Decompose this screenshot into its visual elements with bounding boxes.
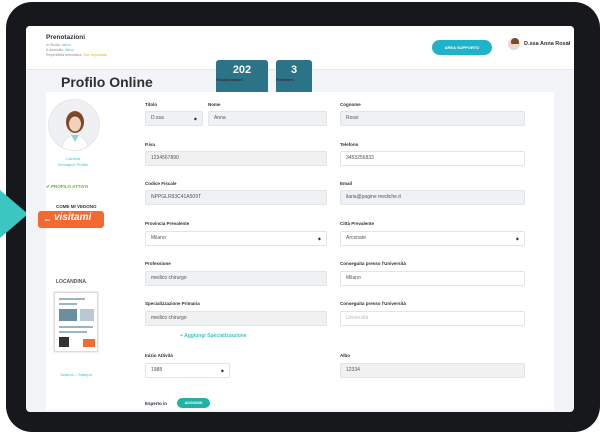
visitami-prefix: su <box>45 217 50 222</box>
professione-label: Professione <box>145 261 171 266</box>
albo-field[interactable]: 12334 <box>340 363 525 378</box>
select-caret-icon: ◆ <box>193 116 197 121</box>
cognome-label: Cognome <box>340 102 361 107</box>
citta-select[interactable]: Arconate ◆ <box>340 231 525 246</box>
albo-label: Albo <box>340 353 350 358</box>
page-title: Profilo Online <box>61 74 153 90</box>
meta-reperibilita: Reperibilità telematica: Non Impostata <box>46 53 107 57</box>
email-field[interactable]: ilaria@pagine mediche.it <box>340 190 525 205</box>
telefono-label: Telefono <box>340 142 359 147</box>
piva-field[interactable]: 1234567890 <box>145 151 327 166</box>
locandina-logo <box>83 339 95 347</box>
titolo-label: Titolo <box>145 102 158 107</box>
professione-field[interactable]: medico chirurgo <box>145 271 327 286</box>
pointer-arrow-icon <box>0 190 28 238</box>
add-specialization-link[interactable]: + Aggiungi Specializzazione <box>180 333 247 339</box>
locandina-text-line <box>59 298 85 300</box>
locandina-image <box>59 309 77 321</box>
visitami-button[interactable]: su visitami <box>38 211 104 228</box>
cognome-field[interactable]: Rossi <box>340 111 525 126</box>
locandina-text-line <box>59 326 93 328</box>
email-label: Email <box>340 181 353 186</box>
specializzazione-label: Specializzazione Primaria <box>145 301 200 306</box>
come-mi-vedono-label: COME MI VEDONO <box>56 204 97 209</box>
user-avatar[interactable] <box>508 38 520 50</box>
meta-in-studio: In Studio: Attivo <box>46 43 71 47</box>
titolo-select[interactable]: D.ssa ◆ <box>145 111 203 126</box>
support-button[interactable]: AREA SUPPORTO <box>432 40 492 55</box>
views-stat: 202 Visualizzazioni <box>216 60 268 94</box>
locandina-text-line <box>59 303 77 305</box>
locandina-title: LOCANDINA <box>56 279 86 285</box>
change-image-link[interactable]: Cambia Immagine Profilo <box>58 156 88 168</box>
provincia-label: Provincia Prevalente <box>145 221 190 226</box>
codice-fiscale-label: Codice Fiscale <box>145 181 177 186</box>
citta-label: Città Prevalente <box>340 221 375 226</box>
nome-field[interactable]: Anna <box>208 111 327 126</box>
app-title: Prenotazioni <box>46 34 86 41</box>
specializzazione-field[interactable]: medico chirurgo <box>145 311 327 326</box>
inizio-attivita-label: Inizio Attività <box>145 353 173 358</box>
provincia-value: Milano <box>151 235 166 241</box>
titolo-value: D.ssa <box>151 115 164 121</box>
inizio-attivita-value: 1988 <box>151 367 163 373</box>
locandina-thumbnail[interactable] <box>54 292 98 352</box>
piva-label: P.iva <box>145 142 155 147</box>
add-expertise-button[interactable]: AGGIUNGI <box>177 398 210 408</box>
select-caret-icon: ◆ <box>317 236 321 241</box>
app-screen: Prenotazioni In Studio: Attivo A domicil… <box>26 26 574 412</box>
chevron-down-icon[interactable]: ∨ <box>566 40 570 47</box>
universita2-placeholder: Università <box>346 315 369 321</box>
locandina-qr-code <box>59 337 69 347</box>
meta-domicilio: A domicilio: Attivo <box>46 48 74 52</box>
provincia-select[interactable]: Milano ◆ <box>145 231 327 246</box>
locandina-text-line <box>59 331 87 333</box>
inizio-attivita-select[interactable]: 1988 ◆ <box>145 363 230 378</box>
visitami-logo: visitami <box>54 212 92 223</box>
esperto-in-label: Esperto in <box>145 401 168 406</box>
profile-active-badge: ✔ PROFILO ATTIVO <box>46 184 89 189</box>
profile-picture[interactable] <box>48 99 100 151</box>
nome-label: Nome <box>208 102 221 107</box>
select-caret-icon: ◆ <box>220 368 224 373</box>
download-print-link[interactable]: Scarica – Stampa <box>54 372 98 377</box>
universita2-label: Conseguita presso l'Università <box>340 301 406 306</box>
citta-value: Arconate <box>346 235 367 241</box>
universita1-label: Conseguita presso l'Università <box>340 261 406 266</box>
user-name[interactable]: D.ssa Anna Rossi <box>524 41 570 47</box>
codice-fiscale-field[interactable]: NPPGLR93C41A509T <box>145 190 327 205</box>
universita1-field[interactable]: Milano <box>340 271 525 286</box>
followers-stat: 3 Followers <box>276 60 312 94</box>
select-caret-icon: ◆ <box>515 236 519 241</box>
locandina-image <box>80 309 94 321</box>
telefono-field[interactable]: 3453256833 <box>340 151 525 166</box>
universita2-field[interactable]: Università <box>340 311 525 326</box>
